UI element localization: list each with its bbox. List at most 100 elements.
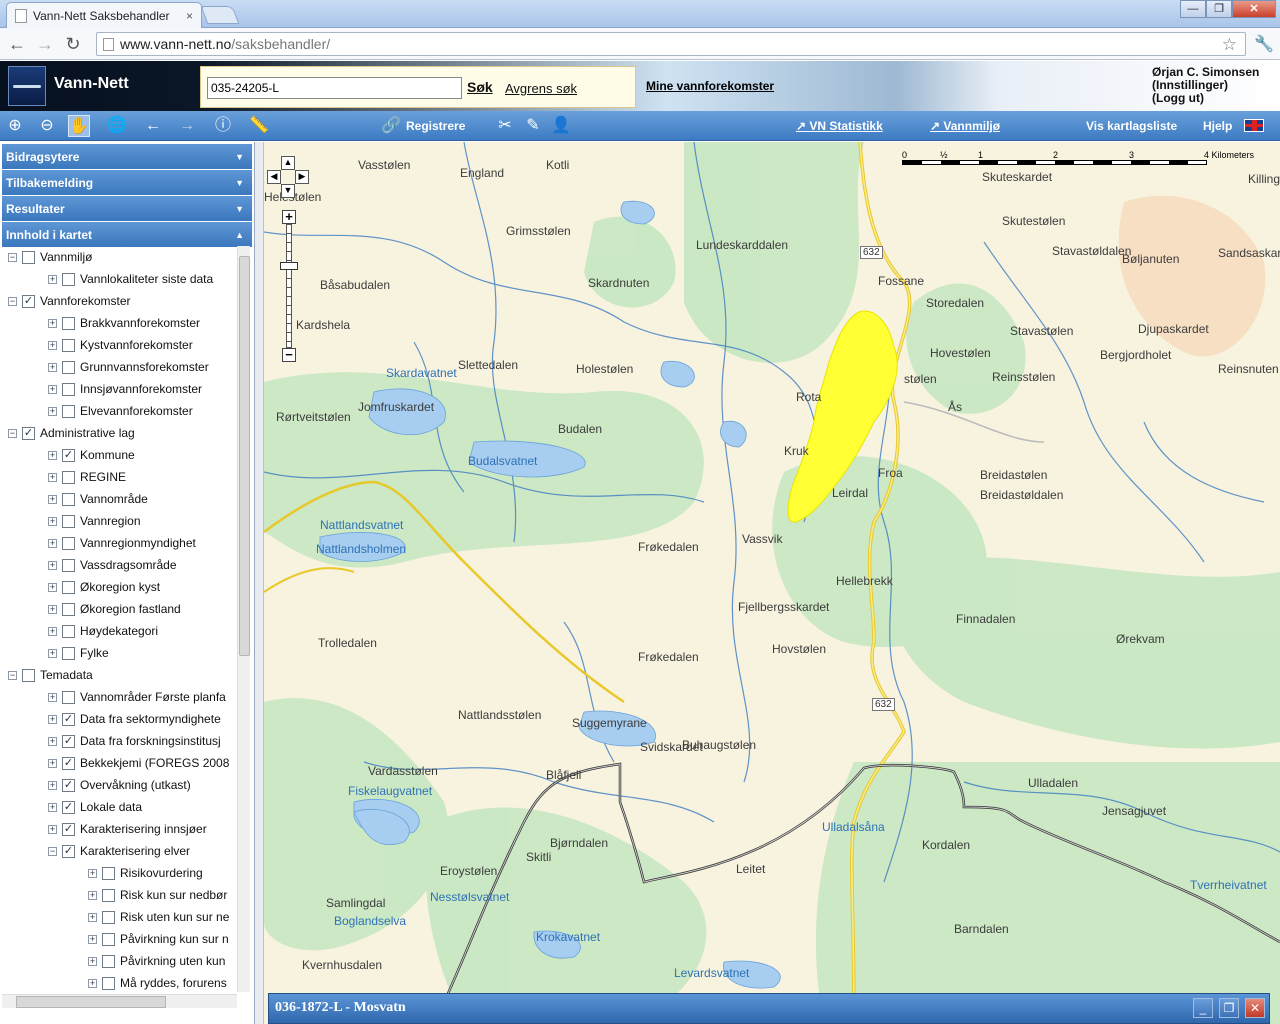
layer-checkbox[interactable] xyxy=(22,668,35,682)
close-tab-icon[interactable]: × xyxy=(186,9,193,23)
zoom-in-icon[interactable]: ⊕ xyxy=(4,115,26,137)
expand-icon[interactable]: + xyxy=(88,978,97,988)
layer-tree-item[interactable]: + Grunnvannsforekomster xyxy=(48,357,209,377)
expand-icon[interactable]: + xyxy=(48,648,57,658)
expand-icon[interactable]: + xyxy=(48,626,57,636)
pan-west-icon[interactable]: ◀ xyxy=(267,170,281,184)
collapse-icon[interactable]: − xyxy=(8,296,17,306)
expand-icon[interactable]: + xyxy=(48,516,57,526)
layer-checkbox[interactable] xyxy=(62,602,75,616)
layer-checkbox[interactable] xyxy=(62,316,75,330)
layer-checkbox[interactable] xyxy=(62,646,75,660)
layer-tree-item[interactable]: + Vannlokaliteter siste data xyxy=(48,269,213,289)
vannmiljo-link[interactable]: ↗ Vannmiljø xyxy=(930,119,1000,133)
my-waterbodies-link[interactable]: Mine vannforekomster xyxy=(646,79,774,93)
layer-tree-item[interactable]: + Elvevannforekomster xyxy=(48,401,193,421)
layer-checkbox[interactable]: ✓ xyxy=(62,800,75,814)
select-tool-icon[interactable]: ✂ xyxy=(494,115,516,137)
layer-tree-item[interactable]: + Kystvannforekomster xyxy=(48,335,193,355)
new-tab-button[interactable] xyxy=(200,6,240,24)
expand-icon[interactable]: + xyxy=(88,890,97,900)
layer-checkbox[interactable] xyxy=(102,888,115,902)
zoom-in-button[interactable]: + xyxy=(282,210,296,224)
layer-tree-scrollbar[interactable] xyxy=(237,246,250,992)
layer-tree-item[interactable]: + Fylke xyxy=(48,643,109,663)
expand-icon[interactable]: + xyxy=(48,472,57,482)
expand-icon[interactable]: + xyxy=(48,538,57,548)
full-extent-icon[interactable]: 🌐 xyxy=(106,115,128,137)
expand-icon[interactable]: + xyxy=(48,450,57,460)
section-resultater[interactable]: Resultater ▼ xyxy=(2,196,252,221)
expand-icon[interactable]: + xyxy=(48,560,57,570)
layer-checkbox[interactable] xyxy=(22,250,35,264)
layer-checkbox[interactable] xyxy=(102,910,115,924)
layer-checkbox[interactable] xyxy=(62,470,75,484)
layer-tree-item[interactable]: + Risikovurdering xyxy=(88,863,203,883)
layer-checkbox[interactable]: ✓ xyxy=(62,822,75,836)
layer-tree-item[interactable]: + Påvirkning kun sur n xyxy=(88,929,229,949)
expand-icon[interactable]: + xyxy=(48,758,57,768)
layer-tree-item[interactable]: + Påvirkning uten kun xyxy=(88,951,225,971)
register-menu[interactable]: Registrere xyxy=(406,119,465,133)
zoom-out-button[interactable]: − xyxy=(282,348,296,362)
layer-tree-item[interactable]: + Høydekategori xyxy=(48,621,158,641)
layer-checkbox[interactable] xyxy=(62,514,75,528)
layer-checkbox[interactable] xyxy=(62,404,75,418)
section-innhold-i-kartet[interactable]: Innhold i kartet ▲ xyxy=(2,222,252,247)
close-window-button[interactable]: ✕ xyxy=(1232,0,1276,18)
layer-checkbox[interactable] xyxy=(102,866,115,880)
wrench-menu-icon[interactable]: 🔧 xyxy=(1254,34,1274,54)
layer-tree-item[interactable]: + ✓ Kommune xyxy=(48,445,135,465)
show-layer-list-link[interactable]: Vis kartlagsliste xyxy=(1086,119,1177,133)
expand-icon[interactable]: + xyxy=(48,340,57,350)
expand-icon[interactable]: + xyxy=(48,362,57,372)
collapse-icon[interactable]: − xyxy=(48,846,57,856)
layer-checkbox[interactable] xyxy=(62,558,75,572)
layer-checkbox[interactable] xyxy=(62,580,75,594)
minimize-panel-button[interactable]: _ xyxy=(1193,998,1213,1018)
maximize-window-button[interactable]: ❐ xyxy=(1206,0,1232,18)
layer-tree-item[interactable]: + Brakkvannforekomster xyxy=(48,313,200,333)
edit-pencil-icon[interactable]: ✎ xyxy=(522,115,544,137)
layer-tree-item[interactable]: − Vannmiljø xyxy=(8,247,92,267)
layer-tree-item[interactable]: + ✓ Lokale data xyxy=(48,797,142,817)
layer-checkbox[interactable] xyxy=(62,338,75,352)
layer-tree-item[interactable]: + Økoregion fastland xyxy=(48,599,181,619)
expand-icon[interactable]: + xyxy=(48,384,57,394)
layer-checkbox[interactable] xyxy=(102,932,115,946)
expand-icon[interactable]: + xyxy=(48,582,57,592)
zoom-out-icon[interactable]: ⊖ xyxy=(36,115,58,137)
expand-icon[interactable]: + xyxy=(48,802,57,812)
expand-icon[interactable]: + xyxy=(48,714,57,724)
zoom-slider[interactable]: + − xyxy=(280,210,298,362)
layer-tree-item[interactable]: + Risk uten kun sur ne xyxy=(88,907,229,927)
layer-tree-item[interactable]: + Vannregionmyndighet xyxy=(48,533,196,553)
expand-icon[interactable]: + xyxy=(88,912,97,922)
map-view[interactable]: VasstølenKotliEnglandHelestølenGrimsstøl… xyxy=(264,142,1280,1024)
layer-checkbox[interactable]: ✓ xyxy=(62,844,75,858)
collapse-icon[interactable]: − xyxy=(8,670,17,680)
layer-checkbox[interactable] xyxy=(62,382,75,396)
layer-checkbox[interactable]: ✓ xyxy=(62,756,75,770)
forward-icon[interactable]: → xyxy=(34,33,56,55)
browser-tab[interactable]: Vann-Nett Saksbehandler × xyxy=(6,2,202,28)
add-user-icon[interactable]: 👤 xyxy=(550,115,572,137)
layer-tree-item[interactable]: + ✓ Data fra forskningsinstitusj xyxy=(48,731,221,751)
expand-icon[interactable]: + xyxy=(48,824,57,834)
layer-checkbox[interactable] xyxy=(62,492,75,506)
layer-checkbox[interactable]: ✓ xyxy=(62,734,75,748)
bookmark-star-icon[interactable]: ☆ xyxy=(1222,35,1237,55)
previous-extent-icon[interactable]: ← xyxy=(142,115,164,137)
expand-icon[interactable]: + xyxy=(48,406,57,416)
section-bidragsytere[interactable]: Bidragsytere ▼ xyxy=(2,144,252,169)
layer-checkbox[interactable] xyxy=(62,690,75,704)
info-icon[interactable]: ⓘ xyxy=(212,115,234,137)
uk-flag-icon[interactable] xyxy=(1244,119,1264,132)
layer-checkbox[interactable]: ✓ xyxy=(22,426,35,440)
expand-icon[interactable]: + xyxy=(48,494,57,504)
collapse-icon[interactable]: − xyxy=(8,252,17,262)
layer-checkbox[interactable]: ✓ xyxy=(62,712,75,726)
layer-checkbox[interactable]: ✓ xyxy=(62,448,75,462)
reload-icon[interactable]: ↻ xyxy=(62,33,84,55)
layer-tree-item[interactable]: + REGINE xyxy=(48,467,126,487)
